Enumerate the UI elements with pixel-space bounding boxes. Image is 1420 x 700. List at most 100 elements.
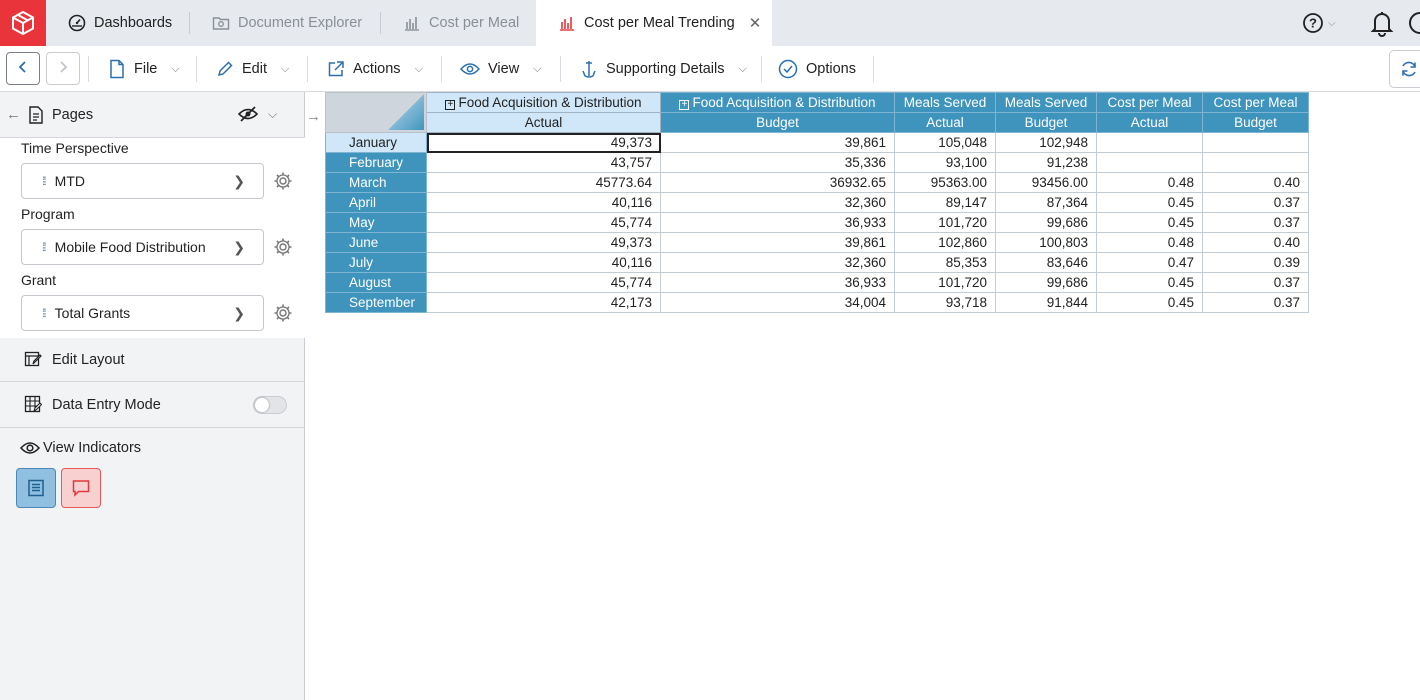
grid-cell[interactable]: 0.48 [1096,172,1203,193]
grid-cell[interactable]: 40,116 [426,252,661,273]
column-header[interactable]: + Food Acquisition & Distribution [660,92,895,113]
drag-handle-icon[interactable]: ⁞⁞ [42,240,46,254]
grid-cell[interactable]: 45,774 [426,272,661,293]
arrow-left-icon[interactable]: ← [6,106,21,123]
app-logo[interactable] [0,0,46,46]
grid-cell[interactable]: 93,718 [894,292,996,313]
column-subheader[interactable]: Actual [1096,112,1203,133]
grid-cell[interactable]: 102,860 [894,232,996,253]
row-header[interactable]: June [325,232,427,253]
grid-cell[interactable]: 85,353 [894,252,996,273]
grid-cell[interactable]: 36932.65 [660,172,895,193]
comments-indicator-button[interactable] [61,468,101,508]
notification-bell-icon[interactable] [1368,9,1396,40]
grid-cell[interactable]: 45,774 [426,212,661,233]
tab-document-explorer[interactable]: Document Explorer [212,0,362,46]
grid-cell[interactable]: 39,861 [660,232,895,253]
tab-cost-per-meal[interactable]: Cost per Meal [403,0,519,46]
column-header[interactable]: Cost per Meal [1096,92,1203,113]
grid-cell[interactable]: 40,116 [426,192,661,213]
column-header[interactable]: Cost per Meal [1202,92,1309,113]
grid-cell[interactable]: 32,360 [660,192,895,213]
column-subheader[interactable]: Budget [995,112,1097,133]
row-header[interactable]: April [325,192,427,213]
arrow-right-icon[interactable]: → [306,108,321,125]
user-profile-icon[interactable] [1409,12,1420,34]
grid-cell[interactable]: 0.45 [1096,292,1203,313]
file-menu[interactable]: File ⌵ [108,46,180,92]
grid-cell[interactable]: 0.37 [1202,292,1309,313]
grid-cell[interactable]: 87,364 [995,192,1097,213]
grid-cell[interactable] [1096,152,1203,173]
grid-cell[interactable]: 34,004 [660,292,895,313]
grid-cell[interactable]: 42,173 [426,292,661,313]
eye-hidden-icon[interactable] [237,106,259,125]
grid-cell[interactable] [1096,132,1203,153]
grid-cell[interactable]: 0.45 [1096,272,1203,293]
grid-cell[interactable]: 0.45 [1096,212,1203,233]
help-menu[interactable]: ? ⌵ [1302,12,1336,34]
grid-cell[interactable]: 43,757 [426,152,661,173]
grid-cell[interactable]: 99,686 [995,272,1097,293]
grid-cell[interactable]: 101,720 [894,272,996,293]
gear-icon[interactable] [273,237,293,257]
grid-cell[interactable]: 105,048 [894,132,996,153]
time-perspective-selector[interactable]: ⁞⁞ MTD ❯ [21,163,264,199]
grid-cell[interactable]: 0.37 [1202,212,1309,233]
grid-cell[interactable]: 89,147 [894,192,996,213]
column-subheader[interactable]: Budget [660,112,895,133]
grid-cell[interactable]: 93456.00 [995,172,1097,193]
grid-cell[interactable] [1202,132,1309,153]
grid-cell[interactable]: 83,646 [995,252,1097,273]
grid-cell[interactable]: 0.40 [1202,232,1309,253]
options-button[interactable]: Options [778,46,856,92]
program-selector[interactable]: ⁞⁞ Mobile Food Distribution ❯ [21,229,264,265]
grid-cell[interactable]: 0.45 [1096,192,1203,213]
grid-cell[interactable]: 32,360 [660,252,895,273]
close-icon[interactable]: ✕ [749,14,762,32]
grant-selector[interactable]: ⁞⁞ Total Grants ❯ [21,295,264,331]
grid-cell[interactable]: 36,933 [660,272,895,293]
actions-menu[interactable]: Actions ⌵ [327,46,423,92]
drag-handle-icon[interactable]: ⁞⁞ [42,174,46,188]
grid-cell[interactable]: 35,336 [660,152,895,173]
row-header[interactable]: August [325,272,427,293]
grid-cell[interactable]: 0.40 [1202,172,1309,193]
column-subheader[interactable]: Actual [894,112,996,133]
view-menu[interactable]: View ⌵ [460,46,542,92]
grid-cell[interactable]: 45773.64 [426,172,661,193]
column-subheader[interactable]: Budget [1202,112,1309,133]
column-header[interactable]: Meals Served [894,92,996,113]
row-header[interactable]: February [325,152,427,173]
grid-cell[interactable]: 39,861 [660,132,895,153]
grid-cell[interactable] [1202,152,1309,173]
grid-cell[interactable]: 99,686 [995,212,1097,233]
tab-cost-per-meal-trending[interactable]: Cost per Meal Trending ✕ [536,0,772,46]
gear-icon[interactable] [273,303,293,323]
back-button[interactable] [6,52,40,85]
chevron-down-icon[interactable]: ⌵ [268,107,277,122]
grid-cell[interactable]: 49,373 [426,232,661,253]
grid-cell[interactable]: 0.47 [1096,252,1203,273]
grid-cell[interactable]: 102,948 [995,132,1097,153]
notes-indicator-button[interactable] [16,468,56,508]
grid-cell[interactable]: 49,373 [426,132,661,153]
supporting-details-menu[interactable]: Supporting Details ⌵ [580,46,747,92]
row-header[interactable]: September [325,292,427,313]
grid-cell[interactable]: 0.39 [1202,252,1309,273]
row-header[interactable]: January [325,132,427,153]
grid-cell[interactable]: 91,844 [995,292,1097,313]
grid-cell[interactable]: 100,803 [995,232,1097,253]
drag-handle-icon[interactable]: ⁞⁞ [42,306,46,320]
tab-dashboards[interactable]: Dashboards [68,0,172,46]
grid-cell[interactable]: 0.48 [1096,232,1203,253]
gear-icon[interactable] [273,171,293,191]
grid-cell[interactable]: 95363.00 [894,172,996,193]
forward-button[interactable] [46,52,80,85]
grid-cell[interactable]: 91,238 [995,152,1097,173]
row-header[interactable]: July [325,252,427,273]
row-header[interactable]: March [325,172,427,193]
grid-cell[interactable]: 36,933 [660,212,895,233]
edit-layout-button[interactable]: Edit Layout [0,338,305,382]
row-header[interactable]: May [325,212,427,233]
